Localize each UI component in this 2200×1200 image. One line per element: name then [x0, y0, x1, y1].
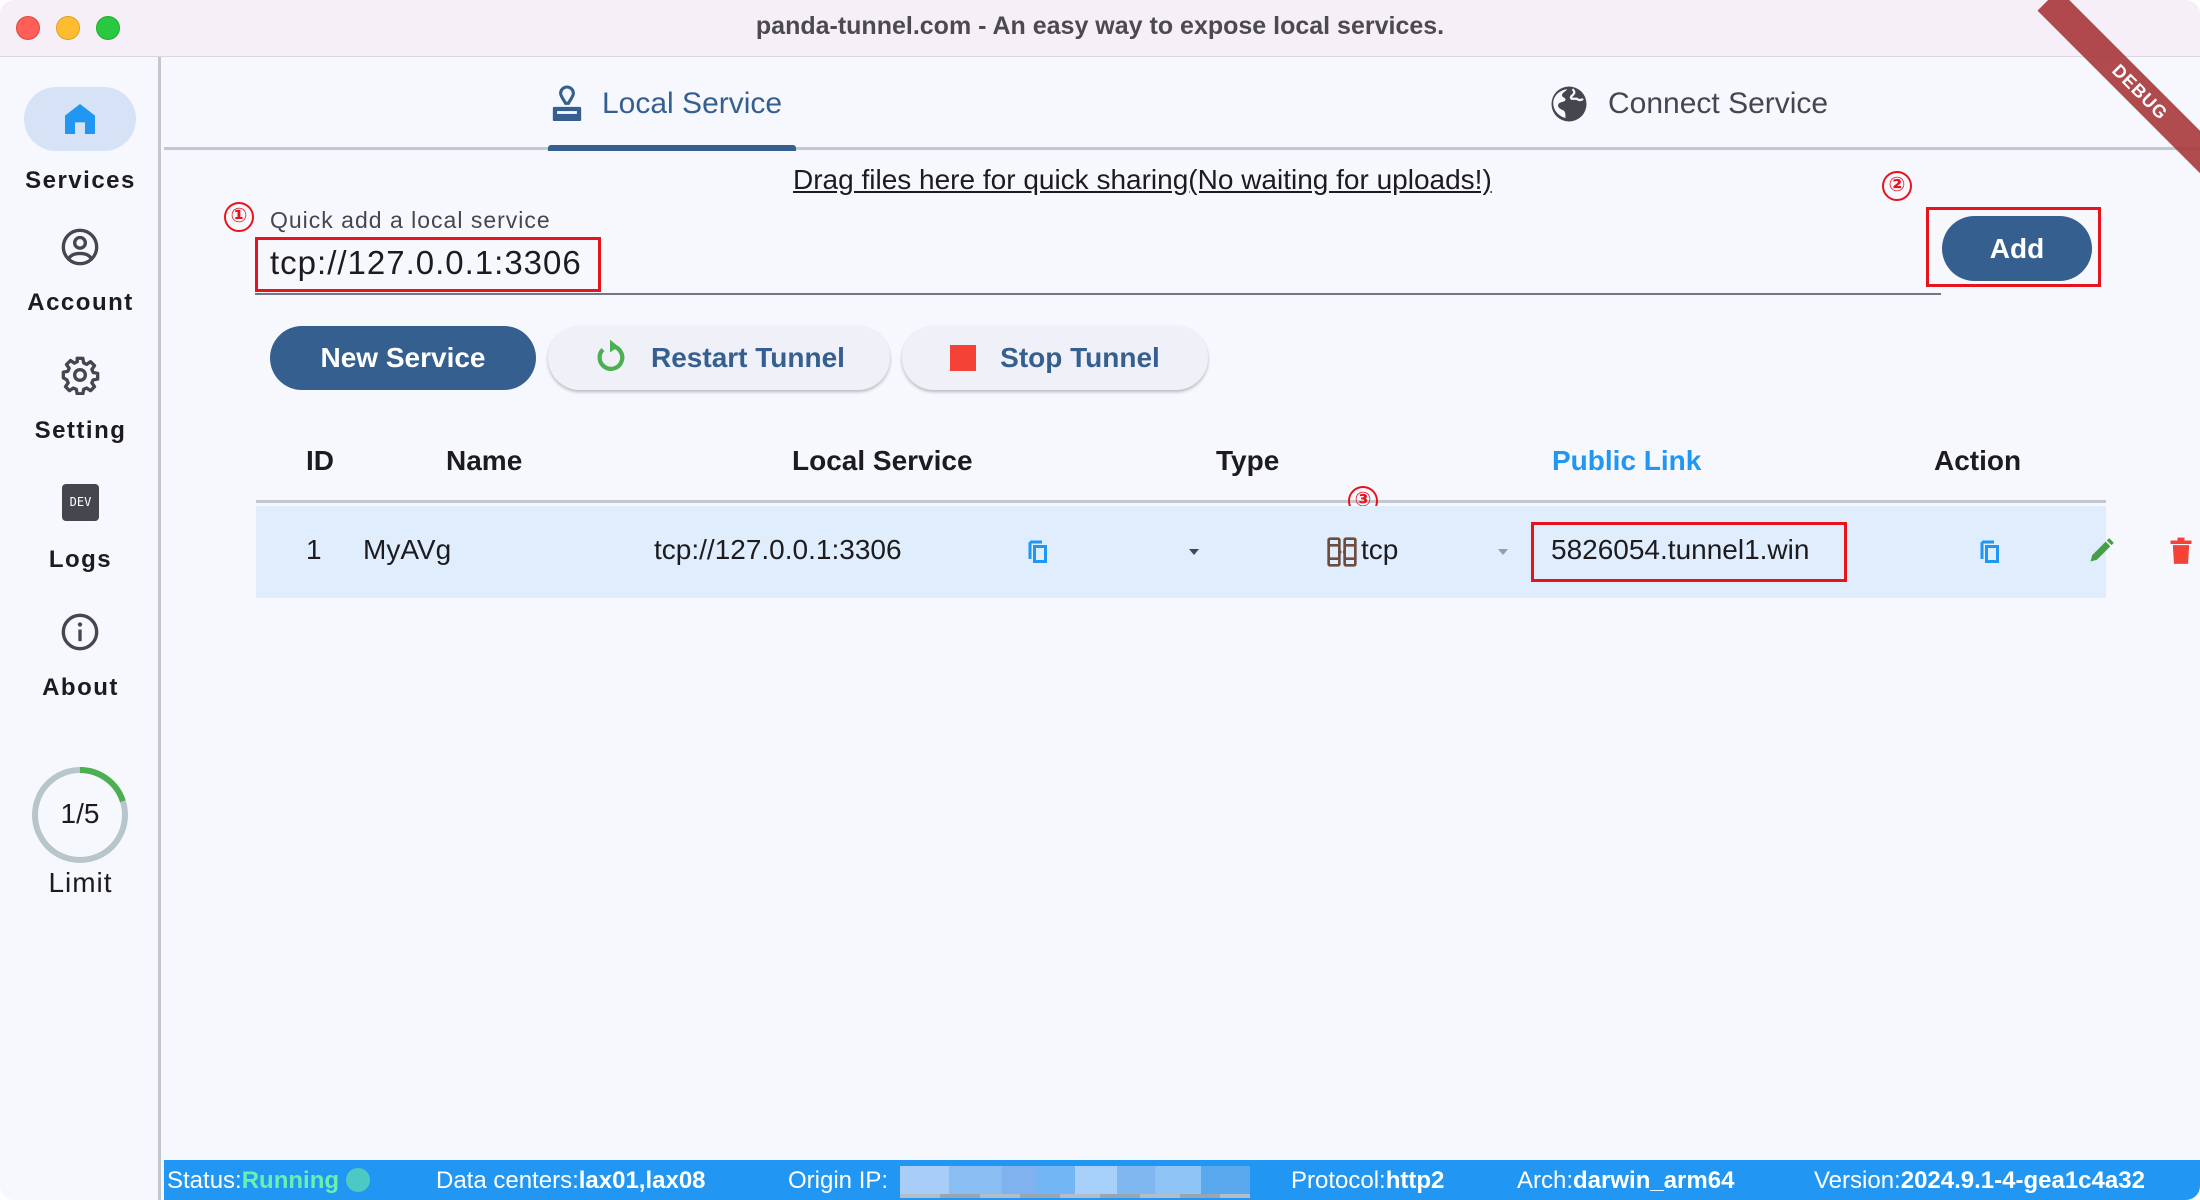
local-service-dropdown[interactable]	[1186, 544, 1202, 560]
tab-connect-service[interactable]: Connect Service	[1548, 79, 1828, 129]
stop-tunnel-button[interactable]: Stop Tunnel	[902, 326, 1208, 390]
arch-value: darwin_arm64	[1573, 1167, 1735, 1194]
tcp-type-icon	[1327, 537, 1357, 567]
column-header-public-link[interactable]: Public Link	[1552, 445, 1701, 477]
stamp-icon	[552, 85, 582, 121]
sidebar-item-setting[interactable]: Setting	[0, 345, 161, 455]
account-circle-icon	[61, 228, 99, 266]
button-label: Restart Tunnel	[651, 342, 845, 373]
copy-icon	[1980, 540, 1999, 563]
column-header-name: Name	[446, 445, 523, 476]
version-label: Version:	[1814, 1167, 1901, 1194]
cell-id: 1	[306, 534, 322, 565]
status-value: Running	[241, 1167, 340, 1194]
table-row[interactable]: 1 MyAVg tcp://127.0.0.1:3306 tcp 5826054…	[256, 506, 2192, 598]
origin-ip: Origin IP:	[788, 1167, 888, 1195]
edit-pencil-icon	[2090, 538, 2114, 562]
copy-public-link-button[interactable]	[1978, 538, 2002, 566]
version: Version:2024.9.1-4-gea1c4a32	[1814, 1167, 2145, 1195]
annotation-badge-2: ②	[1882, 171, 1912, 201]
stop-icon	[950, 345, 977, 371]
quick-add-label: Quick add a local service	[270, 207, 551, 233]
trash-icon	[2170, 537, 2192, 564]
sidebar-item-label: About	[42, 674, 119, 701]
add-button[interactable]: Add	[1942, 216, 2092, 281]
tab-bar: Local Service Connect Service DEBUG	[164, 0, 2200, 195]
sidebar-item-label: Services	[25, 167, 136, 194]
sidebar: Services Account Setting DEV Logs About …	[0, 57, 161, 1200]
restart-tunnel-button[interactable]: Restart Tunnel	[548, 326, 890, 390]
cell-local-service: tcp://127.0.0.1:3306	[654, 534, 902, 565]
origin-ip-label: Origin IP:	[788, 1167, 889, 1194]
version-value: 2024.9.1-4-gea1c4a32	[1900, 1167, 2145, 1194]
origin-ip-redacted	[900, 1166, 1250, 1198]
protocol: Protocol:http2	[1291, 1167, 1444, 1195]
status-indicator: Status:Running	[167, 1167, 370, 1195]
globe-icon	[1551, 86, 1587, 122]
cell-public-link[interactable]: 5826054.tunnel1.win	[1551, 534, 1809, 566]
sidebar-item-services[interactable]: Services	[0, 87, 161, 207]
dropdown-arrow-icon	[1498, 549, 1508, 555]
data-centers-label: Data centers:	[436, 1167, 579, 1194]
arch-label: Arch:	[1517, 1167, 1574, 1194]
sidebar-item-label: Account	[27, 289, 134, 316]
status-dot-icon	[345, 1168, 370, 1192]
quick-add-input[interactable]	[255, 233, 1941, 295]
data-centers: Data centers:lax01,lax08	[436, 1167, 706, 1195]
sidebar-item-account[interactable]: Account	[0, 217, 161, 327]
column-header-action: Action	[1934, 445, 2022, 476]
tab-local-service[interactable]: Local Service	[550, 79, 782, 129]
status-label: Status:	[167, 1167, 242, 1194]
data-centers-value: lax01,lax08	[578, 1167, 706, 1194]
button-label: Stop Tunnel	[1000, 342, 1160, 373]
info-icon	[61, 613, 99, 651]
title-bar: panda-tunnel.com - An easy way to expose…	[0, 0, 2200, 57]
main-content: Local Service Connect Service DEBUG Drag…	[164, 0, 2200, 1160]
tab-label: Connect Service	[1608, 87, 1829, 120]
sidebar-item-label: Logs	[48, 546, 113, 573]
copy-icon	[1028, 540, 1047, 563]
table-header: ID Name Local Service Type Public Link A…	[256, 427, 2106, 503]
new-service-button[interactable]: New Service	[270, 326, 536, 390]
protocol-value: http2	[1385, 1167, 1445, 1194]
edit-service-button[interactable]	[2086, 536, 2116, 566]
type-dropdown[interactable]	[1495, 544, 1511, 560]
dev-logs-icon: DEV	[62, 484, 99, 521]
restart-icon	[597, 339, 625, 371]
drag-files-link[interactable]: Drag files here for quick sharing(No wai…	[793, 164, 1492, 196]
column-header-local-service: Local Service	[792, 445, 973, 476]
sidebar-item-label: Setting	[34, 417, 127, 444]
cell-name: MyAVg	[363, 534, 452, 565]
sidebar-item-about[interactable]: About	[0, 602, 161, 712]
gear-icon	[61, 356, 100, 395]
arch: Arch:darwin_arm64	[1517, 1167, 1734, 1195]
protocol-label: Protocol:	[1291, 1167, 1386, 1194]
tab-label: Local Service	[602, 87, 783, 120]
app-window: panda-tunnel.com - An easy way to expose…	[0, 0, 2200, 1200]
annotation-badge-1: ①	[224, 202, 254, 232]
column-header-id: ID	[306, 445, 334, 476]
cell-type: tcp	[1361, 534, 1399, 565]
copy-local-service-button[interactable]	[1026, 538, 1050, 566]
home-icon	[65, 104, 95, 134]
window-title: panda-tunnel.com - An easy way to expose…	[755, 12, 1445, 40]
delete-service-button[interactable]	[2166, 536, 2196, 566]
active-tab-indicator	[548, 145, 796, 151]
button-label: New Service	[320, 342, 486, 373]
column-header-type: Type	[1216, 445, 1280, 476]
status-bar: Status:Running Data centers:lax01,lax08 …	[164, 1160, 2200, 1200]
limit-value: 1/5	[60, 798, 100, 829]
dropdown-arrow-icon	[1189, 549, 1199, 555]
limit-label: Limit	[48, 867, 113, 898]
sidebar-item-logs[interactable]: DEV Logs	[0, 474, 161, 584]
